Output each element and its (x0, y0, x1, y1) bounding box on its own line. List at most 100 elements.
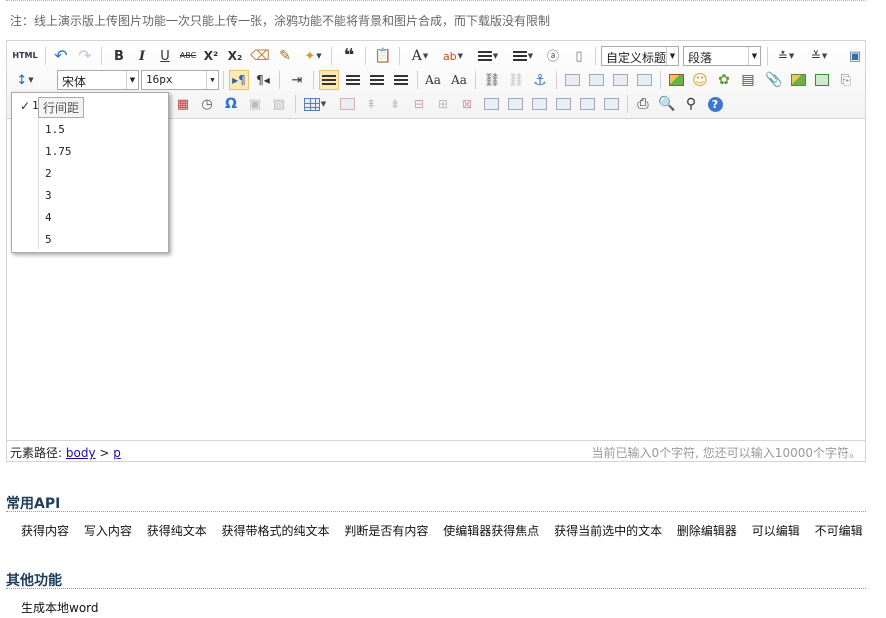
section-divider (6, 588, 866, 589)
line-height-option[interactable]: 4 (45, 211, 52, 224)
generate-word-link[interactable]: 生成本地word (21, 599, 99, 616)
font-size-select[interactable]: 16px ▼ (141, 70, 219, 90)
insert-col-icon[interactable]: ⊞ (433, 94, 453, 114)
image-center-icon[interactable] (634, 70, 654, 90)
split-to-rows-icon[interactable] (577, 94, 597, 114)
preview-icon[interactable]: ▣ (845, 46, 865, 66)
help-icon[interactable]: ? (705, 94, 725, 114)
merge-cells-icon[interactable] (481, 94, 501, 114)
paragraph-select[interactable]: 段落 ▼ (683, 46, 761, 66)
bold-button[interactable]: B (109, 46, 129, 66)
chevron-down-icon: ▼ (666, 47, 678, 65)
rtl-direction-icon[interactable]: ¶◂ (253, 70, 273, 90)
api-link[interactable]: 判断是否有内容 (344, 524, 428, 538)
line-height-option[interactable]: 1.75 (45, 145, 72, 158)
delete-row-icon[interactable]: ⊟ (409, 94, 429, 114)
eraser-icon[interactable]: ⌫ (250, 46, 270, 66)
line-height-option[interactable]: 1.5 (45, 123, 65, 136)
insert-image-icon[interactable] (666, 70, 686, 90)
api-link[interactable]: 删除编辑器 (677, 524, 737, 538)
font-family-select[interactable]: 宋体 ▼ (57, 70, 139, 90)
api-link[interactable]: 获得带格式的纯文本 (222, 524, 330, 538)
image-float-left-icon[interactable] (586, 70, 606, 90)
underline-button[interactable]: U (155, 46, 175, 66)
special-chars-button[interactable]: Ω (221, 94, 241, 114)
line-height-icon[interactable]: ↕ ▼ (11, 70, 39, 90)
paragraph-spacing-top-icon[interactable]: ≛ ▼ (772, 46, 800, 66)
align-right-icon[interactable] (367, 70, 387, 90)
auto-format-icon[interactable]: ✦ ▼ (299, 46, 327, 66)
page-break-icon[interactable]: ⎘ (836, 70, 856, 90)
blockquote-button[interactable]: ❝ (339, 46, 359, 66)
api-link[interactable]: 使编辑器获得焦点 (443, 524, 539, 538)
search-replace-icon[interactable]: ⚲ (681, 94, 701, 114)
api-link[interactable]: 不可编辑 (815, 524, 863, 538)
print-preview-icon[interactable]: 🔍 (657, 94, 677, 114)
path-body-link[interactable]: body (66, 446, 96, 460)
subscript-button[interactable]: X₂ (225, 46, 245, 66)
line-height-option[interactable]: 3 (45, 189, 52, 202)
image-float-right-icon[interactable] (610, 70, 630, 90)
split-to-cols-icon[interactable] (601, 94, 621, 114)
lowercase-icon[interactable]: Aa (449, 70, 469, 90)
custom-title-select[interactable]: 自定义标题 ▼ (601, 46, 679, 66)
select-all-icon[interactable]: ⓐ (543, 46, 563, 66)
print-icon[interactable]: ⎙ (633, 94, 653, 114)
paragraph-value: 段落 (688, 51, 713, 65)
notice-text: 注：线上演示版上传图片功能一次只能上传一张，涂鸦功能不能将背景和图片合成，而下载… (10, 14, 551, 28)
strikethrough-button[interactable]: ABC (178, 46, 198, 66)
align-left-icon[interactable] (319, 70, 339, 90)
anchor-icon[interactable]: ⚓ (530, 70, 550, 90)
font-color-button[interactable]: A ▼ (406, 46, 434, 66)
delete-col-icon[interactable]: ⊠ (457, 94, 477, 114)
html-source-button[interactable]: HTML (11, 46, 39, 66)
unordered-list-icon[interactable]: ▼ (509, 46, 537, 66)
insert-time-icon[interactable]: ◷ (197, 94, 217, 114)
align-center-icon[interactable] (343, 70, 363, 90)
wordimage-icon[interactable]: ▣ (245, 94, 265, 114)
paragraph-spacing-bottom-icon[interactable]: ≚ ▼ (805, 46, 833, 66)
insert-date-icon[interactable]: ▦ (173, 94, 193, 114)
link-icon[interactable]: ⛓ (482, 70, 502, 90)
clear-doc-icon[interactable]: ▯ (569, 46, 589, 66)
insert-row-icon[interactable]: ⇟ (385, 94, 405, 114)
line-height-option[interactable]: 5 (45, 233, 52, 246)
insert-map-icon[interactable] (788, 70, 808, 90)
insert-frame-icon[interactable] (812, 70, 832, 90)
ltr-direction-icon[interactable]: ▸¶ (229, 70, 249, 90)
emotion-icon[interactable]: ☺ (690, 70, 710, 90)
api-link[interactable]: 获得当前选中的文本 (554, 524, 662, 538)
ordered-list-icon[interactable]: ▼ (474, 46, 502, 66)
scrawl-icon[interactable]: ✿ (714, 70, 734, 90)
custom-title-value: 自定义标题 (606, 51, 667, 65)
insert-paragraph-before-table-icon[interactable]: ⇞ (361, 94, 381, 114)
line-height-menu: ✓ 1 行间距 1.5 1.75 2 3 4 5 (11, 92, 169, 253)
insert-video-icon[interactable]: ▤ (738, 70, 758, 90)
split-to-cells-icon[interactable] (553, 94, 573, 114)
path-p-link[interactable]: p (113, 446, 121, 460)
api-link[interactable]: 获得纯文本 (147, 524, 207, 538)
insert-table-icon[interactable]: ▼ (301, 94, 329, 114)
format-brush-icon[interactable]: ✎ (275, 46, 295, 66)
superscript-button[interactable]: X² (201, 46, 221, 66)
merge-down-icon[interactable] (529, 94, 549, 114)
merge-right-icon[interactable] (505, 94, 525, 114)
api-link[interactable]: 写入内容 (84, 524, 132, 538)
align-justify-icon[interactable] (391, 70, 411, 90)
italic-button[interactable]: I (132, 46, 152, 66)
delete-table-icon[interactable] (337, 94, 357, 114)
background-icon[interactable]: ▧ (269, 94, 289, 114)
undo-icon[interactable]: ↶ (51, 46, 71, 66)
unlink-icon[interactable]: ⛓ (506, 70, 526, 90)
api-link[interactable]: 可以编辑 (752, 524, 800, 538)
paste-plain-icon[interactable]: 📋 (373, 46, 393, 66)
attachment-icon[interactable]: 📎 (764, 70, 784, 90)
line-height-option[interactable]: 2 (45, 167, 52, 180)
api-link[interactable]: 获得内容 (21, 524, 69, 538)
highlight-color-icon[interactable]: ab ▼ (439, 46, 467, 66)
image-float-none-icon[interactable] (562, 70, 582, 90)
top-divider (6, 0, 866, 1)
indent-icon[interactable]: ⇥ (287, 70, 307, 90)
redo-icon[interactable]: ↷ (75, 46, 95, 66)
uppercase-icon[interactable]: Aa (423, 70, 443, 90)
